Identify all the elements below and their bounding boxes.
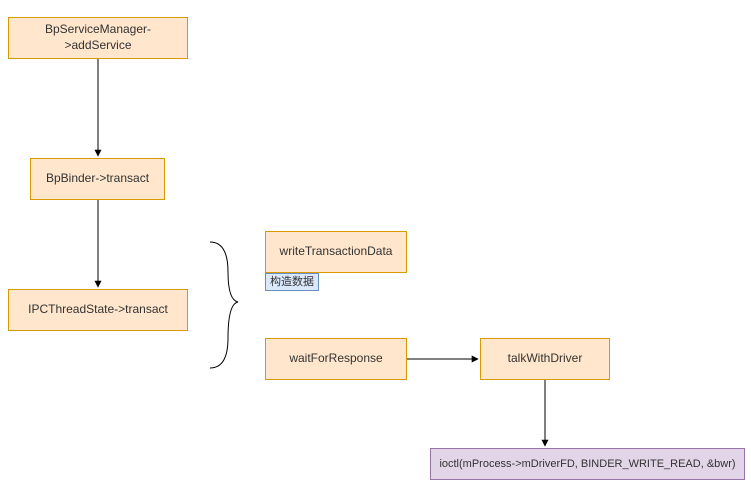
node-talk-with-driver: talkWithDriver [480, 338, 610, 380]
label-construct-data: 构造数据 [265, 273, 319, 291]
node-add-service: BpServiceManager->addService [8, 17, 188, 59]
node-bpbinder-transact: BpBinder->transact [30, 158, 165, 200]
node-write-transaction-data: writeTransactionData [265, 231, 407, 273]
node-ipcthreadstate-transact: IPCThreadState->transact [8, 289, 188, 331]
node-wait-for-response: waitForResponse [265, 338, 407, 380]
node-ioctl: ioctl(mProcess->mDriverFD, BINDER_WRITE_… [430, 448, 745, 480]
